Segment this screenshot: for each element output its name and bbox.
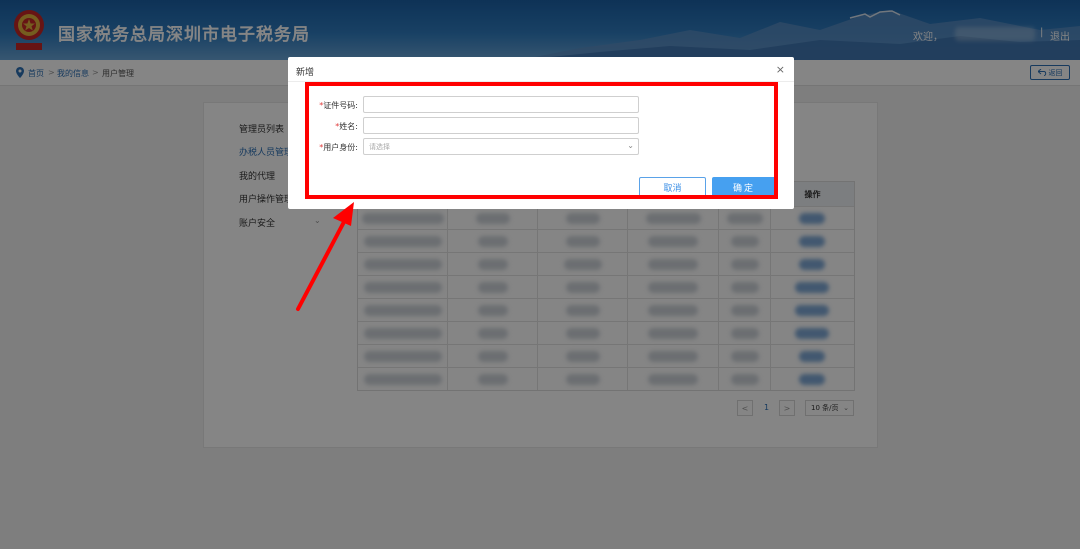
- annotation-arrow-icon: [296, 202, 354, 311]
